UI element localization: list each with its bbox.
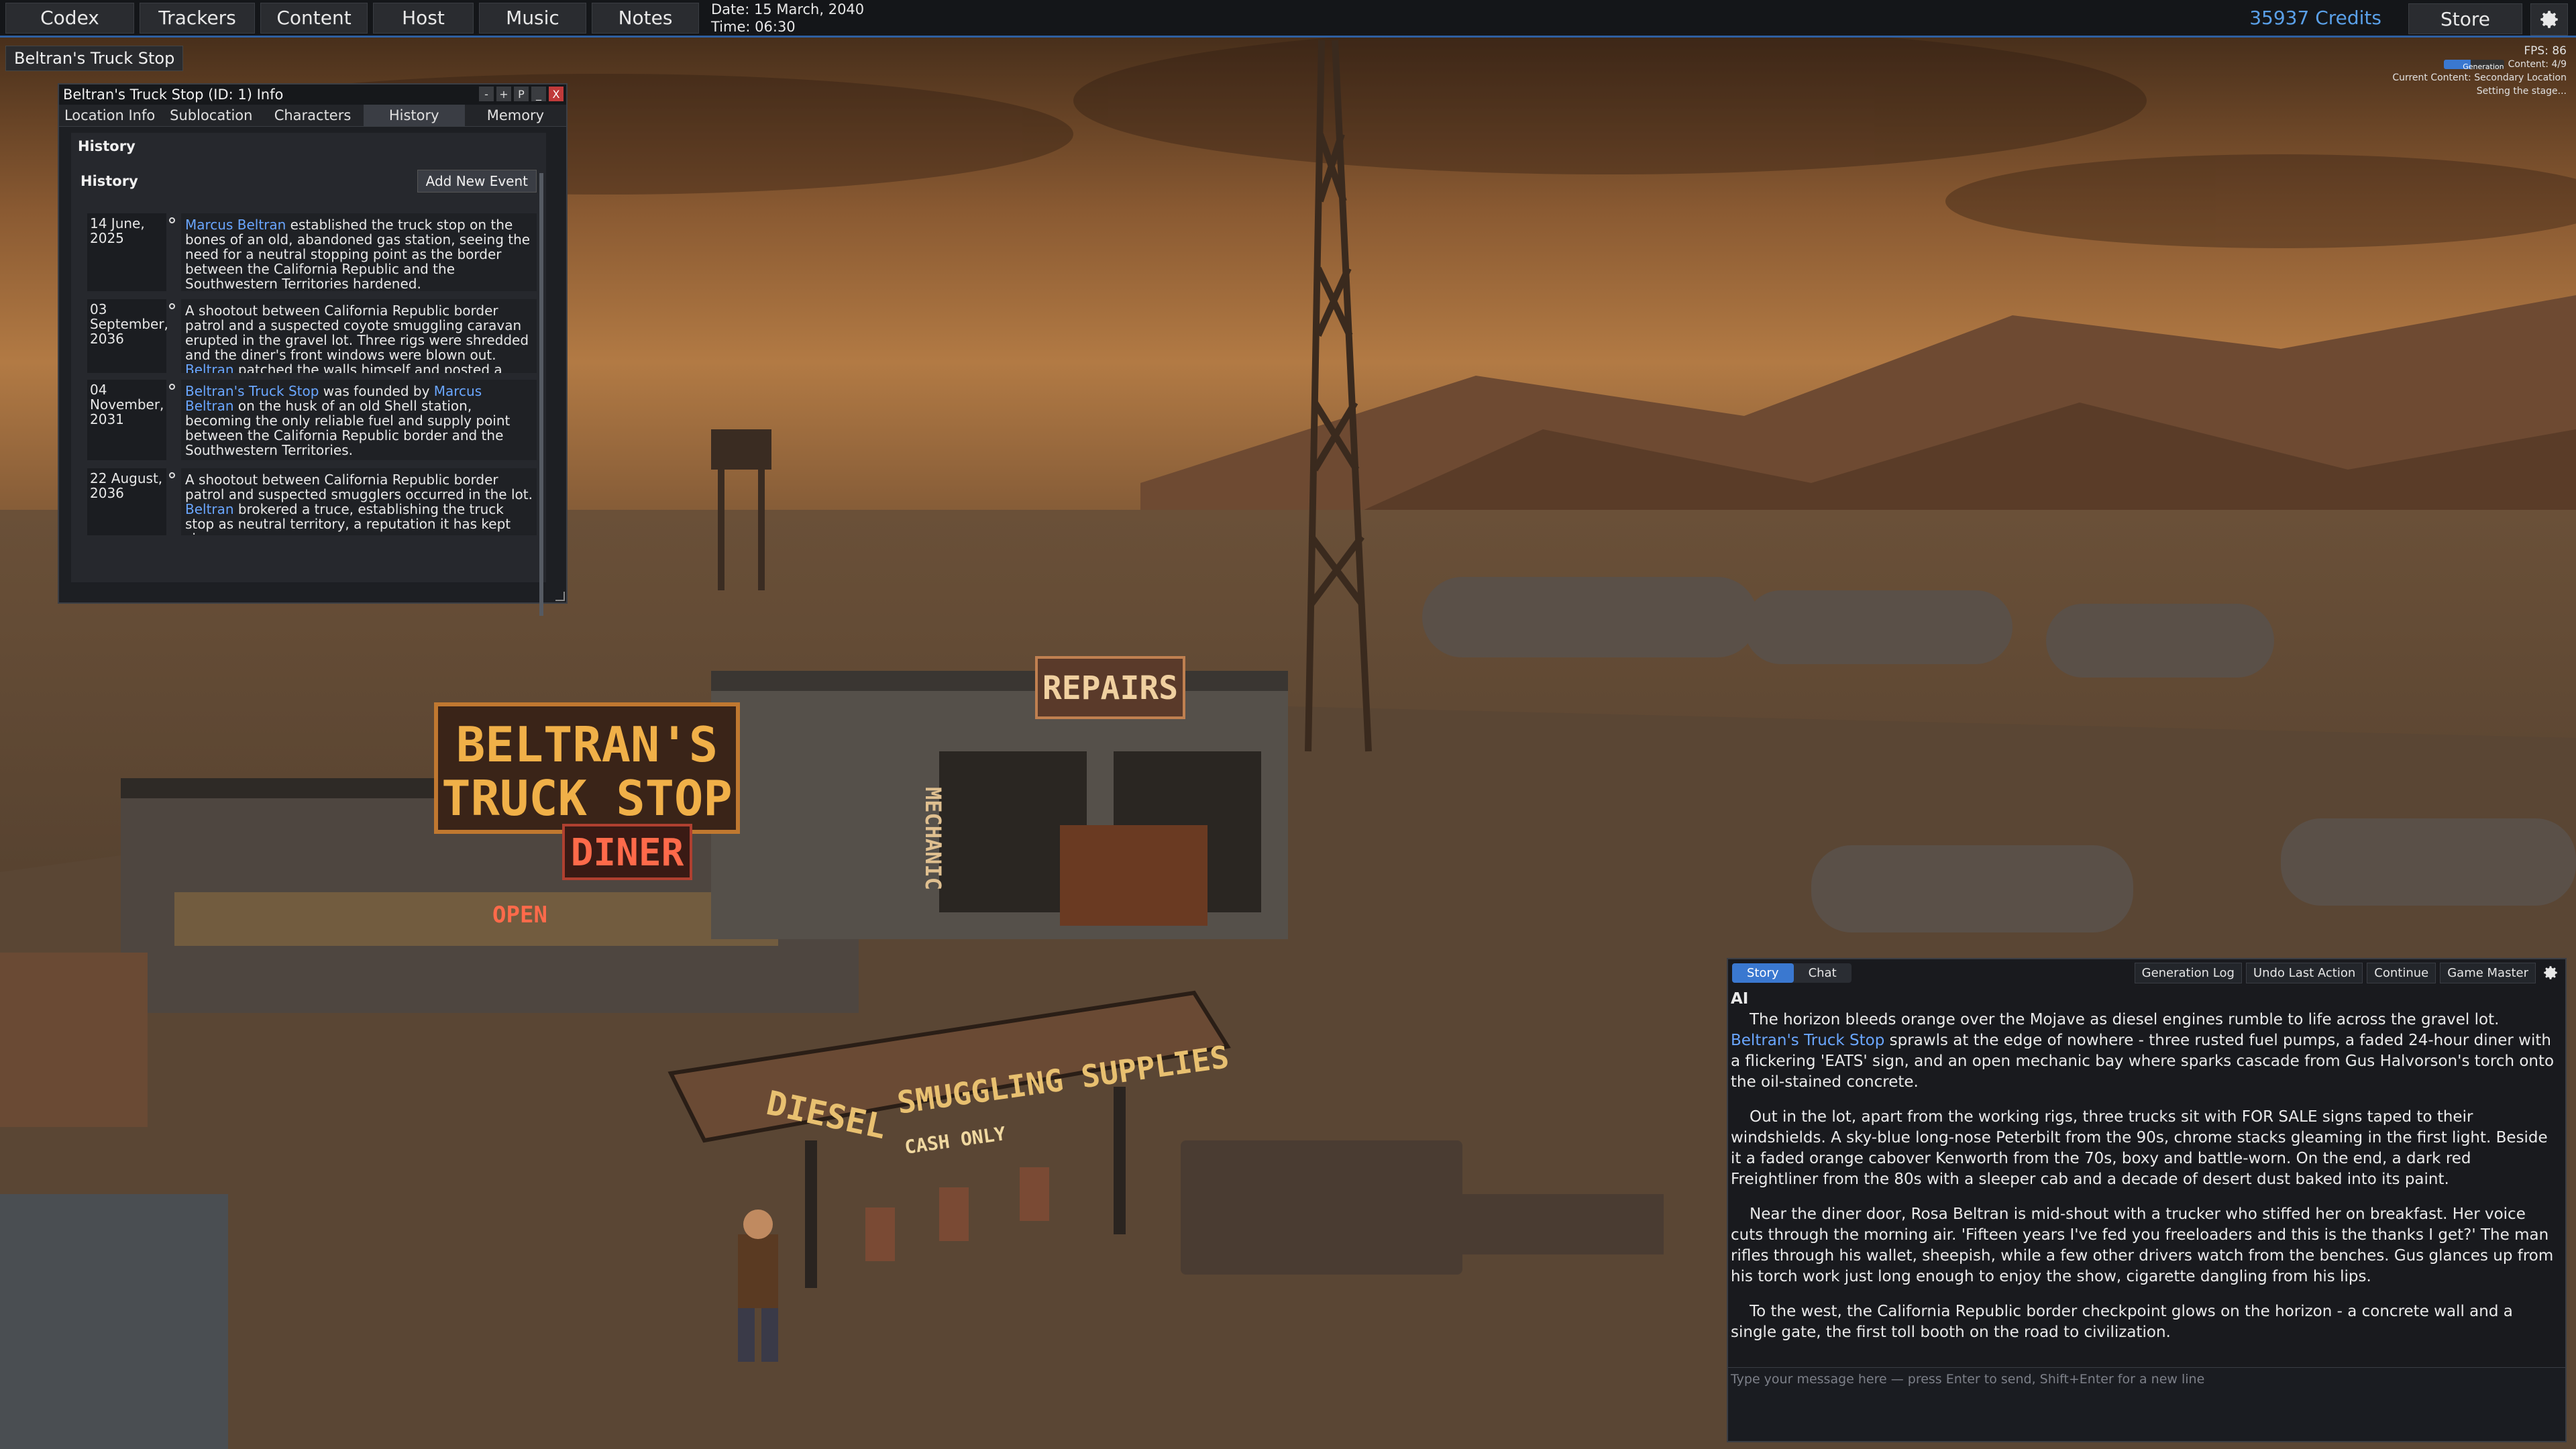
info-tabs: Location Info Sublocation Characters His…	[59, 105, 566, 127]
history-event[interactable]: 03 September, 2036 A shootout between Cal…	[87, 299, 537, 373]
stage-text: Setting the stage...	[2476, 86, 2567, 97]
top-navigation-bar: Codex Trackers Content Host Music Notes …	[0, 0, 2576, 38]
event-description: A shootout between California Republic b…	[181, 299, 537, 373]
sign-line1: BELTRAN'S	[456, 716, 718, 773]
tab-characters[interactable]: Characters	[262, 105, 363, 126]
history-scrollbar[interactable]	[539, 173, 543, 616]
text-segment: A shootout between California Republic b…	[185, 472, 533, 502]
generation-log-button[interactable]: Generation Log	[2134, 962, 2242, 983]
history-event[interactable]: 22 August, 2036 A shootout between Califo…	[87, 468, 537, 535]
generation-progress-bar: Generation	[2443, 60, 2504, 69]
current-content: Current Content: Secondary Location	[2392, 72, 2567, 83]
content-count: Content: 4/9	[2508, 59, 2567, 70]
game-master-button[interactable]: Game Master	[2440, 962, 2536, 983]
entity-link[interactable]: Marcus Beltran	[185, 217, 286, 233]
history-event-list: 14 June, 2025 Marcus Beltran established …	[71, 133, 546, 582]
time-text: Time: 06:30	[711, 18, 796, 35]
continue-button[interactable]: Continue	[2367, 962, 2436, 983]
codex-button[interactable]: Codex	[5, 2, 134, 34]
generation-row: Generation Content: 4/9	[2345, 58, 2567, 71]
repairs-text: REPAIRS	[1042, 669, 1178, 707]
generation-label: Generation	[2463, 62, 2504, 69]
event-description: A shootout between California Republic b…	[181, 468, 537, 535]
entity-link[interactable]: Beltran's Truck Stop	[185, 383, 319, 399]
text-segment: on the husk of an old Shell station, bec…	[185, 398, 511, 458]
event-date: 03 September, 2036	[87, 299, 168, 373]
store-button[interactable]: Store	[2408, 3, 2522, 34]
credits-display: 35937 Credits	[2249, 7, 2381, 29]
undo-last-action-button[interactable]: Undo Last Action	[2245, 962, 2363, 983]
music-button[interactable]: Music	[479, 2, 586, 34]
resize-handle[interactable]	[555, 592, 565, 601]
story-paragraph: The horizon bleeds orange over the Mojav…	[1731, 1010, 2563, 1093]
timeline-dot-icon	[166, 468, 177, 535]
story-text: AI The horizon bleeds orange over the Mo…	[1728, 986, 2565, 1385]
story-settings-button[interactable]	[2540, 963, 2561, 983]
story-paragraphs: The horizon bleeds orange over the Mojav…	[1731, 1010, 2563, 1343]
timeline-dot-icon	[166, 380, 177, 460]
text-segment: A shootout between California Republic b…	[185, 303, 529, 363]
speaker-label: AI	[1731, 990, 1749, 1008]
shrink-button[interactable]: -	[479, 87, 494, 101]
grow-button[interactable]: +	[496, 87, 511, 101]
notes-button[interactable]: Notes	[592, 2, 699, 34]
timeline-dot-icon	[166, 213, 177, 291]
gear-icon	[2544, 966, 2557, 979]
event-date: 14 June, 2025	[87, 213, 166, 291]
info-window-titlebar[interactable]: Beltran's Truck Stop (ID: 1) Info - + P …	[59, 85, 566, 105]
current-location-tag[interactable]: Beltran's Truck Stop	[5, 46, 184, 71]
open-sign: OPEN	[492, 902, 547, 928]
trackers-button[interactable]: Trackers	[140, 2, 255, 34]
history-event[interactable]: 14 June, 2025 Marcus Beltran established …	[87, 213, 537, 291]
text-segment: was founded by	[319, 383, 434, 399]
settings-button[interactable]	[2530, 3, 2568, 36]
date-time-display: Date: 15 March, 2040 Time: 06:30	[711, 1, 864, 36]
tab-memory[interactable]: Memory	[465, 105, 566, 126]
text-segment: brokered a truce, establishing the truck…	[185, 501, 511, 535]
event-description: Beltran's Truck Stop was founded by Marc…	[181, 380, 537, 460]
diner-sign: DINER	[571, 831, 684, 875]
event-date: 04 November, 2031	[87, 380, 166, 460]
info-window-title: Beltran's Truck Stop (ID: 1) Info	[63, 87, 284, 103]
mechanic-text: MECHANIC	[920, 787, 946, 890]
entity-link[interactable]: Beltran's Truck Stop	[1731, 1032, 1884, 1049]
text-segment: The horizon bleeds orange over the Mojav…	[1750, 1011, 2500, 1028]
text-segment: Near the diner door, Rosa Beltran is mid…	[1731, 1205, 2554, 1285]
host-button[interactable]: Host	[373, 2, 474, 34]
timeline-dot-icon	[166, 299, 177, 373]
story-panel: Story Chat Generation Log Undo Last Acti…	[1727, 958, 2567, 1442]
window-controls: - + P _ X	[479, 87, 564, 101]
message-input[interactable]: Type your message here — press Enter to …	[1728, 1367, 2565, 1441]
event-date: 22 August, 2036	[87, 468, 166, 535]
story-actions: Generation Log Undo Last Action Continue…	[2134, 962, 2561, 983]
tab-location-info[interactable]: Location Info	[59, 105, 160, 126]
story-paragraph: Out in the lot, apart from the working r…	[1731, 1107, 2563, 1190]
event-description: Marcus Beltran established the truck sto…	[181, 213, 537, 291]
story-paragraph: To the west, the California Republic bor…	[1731, 1301, 2563, 1343]
pin-button[interactable]: P	[514, 87, 529, 101]
generation-status: FPS: 86 Generation Content: 4/9 Current …	[2345, 44, 2567, 98]
story-chat-toggle: Story Chat	[1732, 963, 1851, 983]
close-button[interactable]: X	[549, 87, 564, 101]
history-panel: History History Add New Event 14 June, 2…	[71, 133, 546, 616]
text-segment: Out in the lot, apart from the working r…	[1731, 1108, 2548, 1188]
tab-chat[interactable]: Chat	[1794, 963, 1851, 983]
content-button[interactable]: Content	[260, 2, 368, 34]
history-event[interactable]: 04 November, 2031 Beltran's Truck Stop wa…	[87, 380, 537, 460]
story-paragraph: Near the diner door, Rosa Beltran is mid…	[1731, 1204, 2563, 1287]
tab-sublocation[interactable]: Sublocation	[160, 105, 262, 126]
sign-line2: TRUCK STOP	[441, 770, 732, 826]
tab-story[interactable]: Story	[1732, 963, 1794, 983]
text-segment: To the west, the California Republic bor…	[1731, 1303, 2513, 1341]
tab-history[interactable]: History	[363, 105, 465, 126]
minimize-button[interactable]: _	[531, 87, 546, 101]
entity-link[interactable]: Beltran	[185, 362, 234, 373]
fps-counter: FPS: 86	[2524, 44, 2567, 58]
story-toolbar: Story Chat Generation Log Undo Last Acti…	[1728, 959, 2565, 986]
entity-link[interactable]: Beltran	[185, 501, 234, 517]
date-text: Date: 15 March, 2040	[711, 1, 865, 17]
location-info-window[interactable]: Beltran's Truck Stop (ID: 1) Info - + P …	[58, 83, 568, 616]
gear-icon	[2540, 11, 2558, 28]
